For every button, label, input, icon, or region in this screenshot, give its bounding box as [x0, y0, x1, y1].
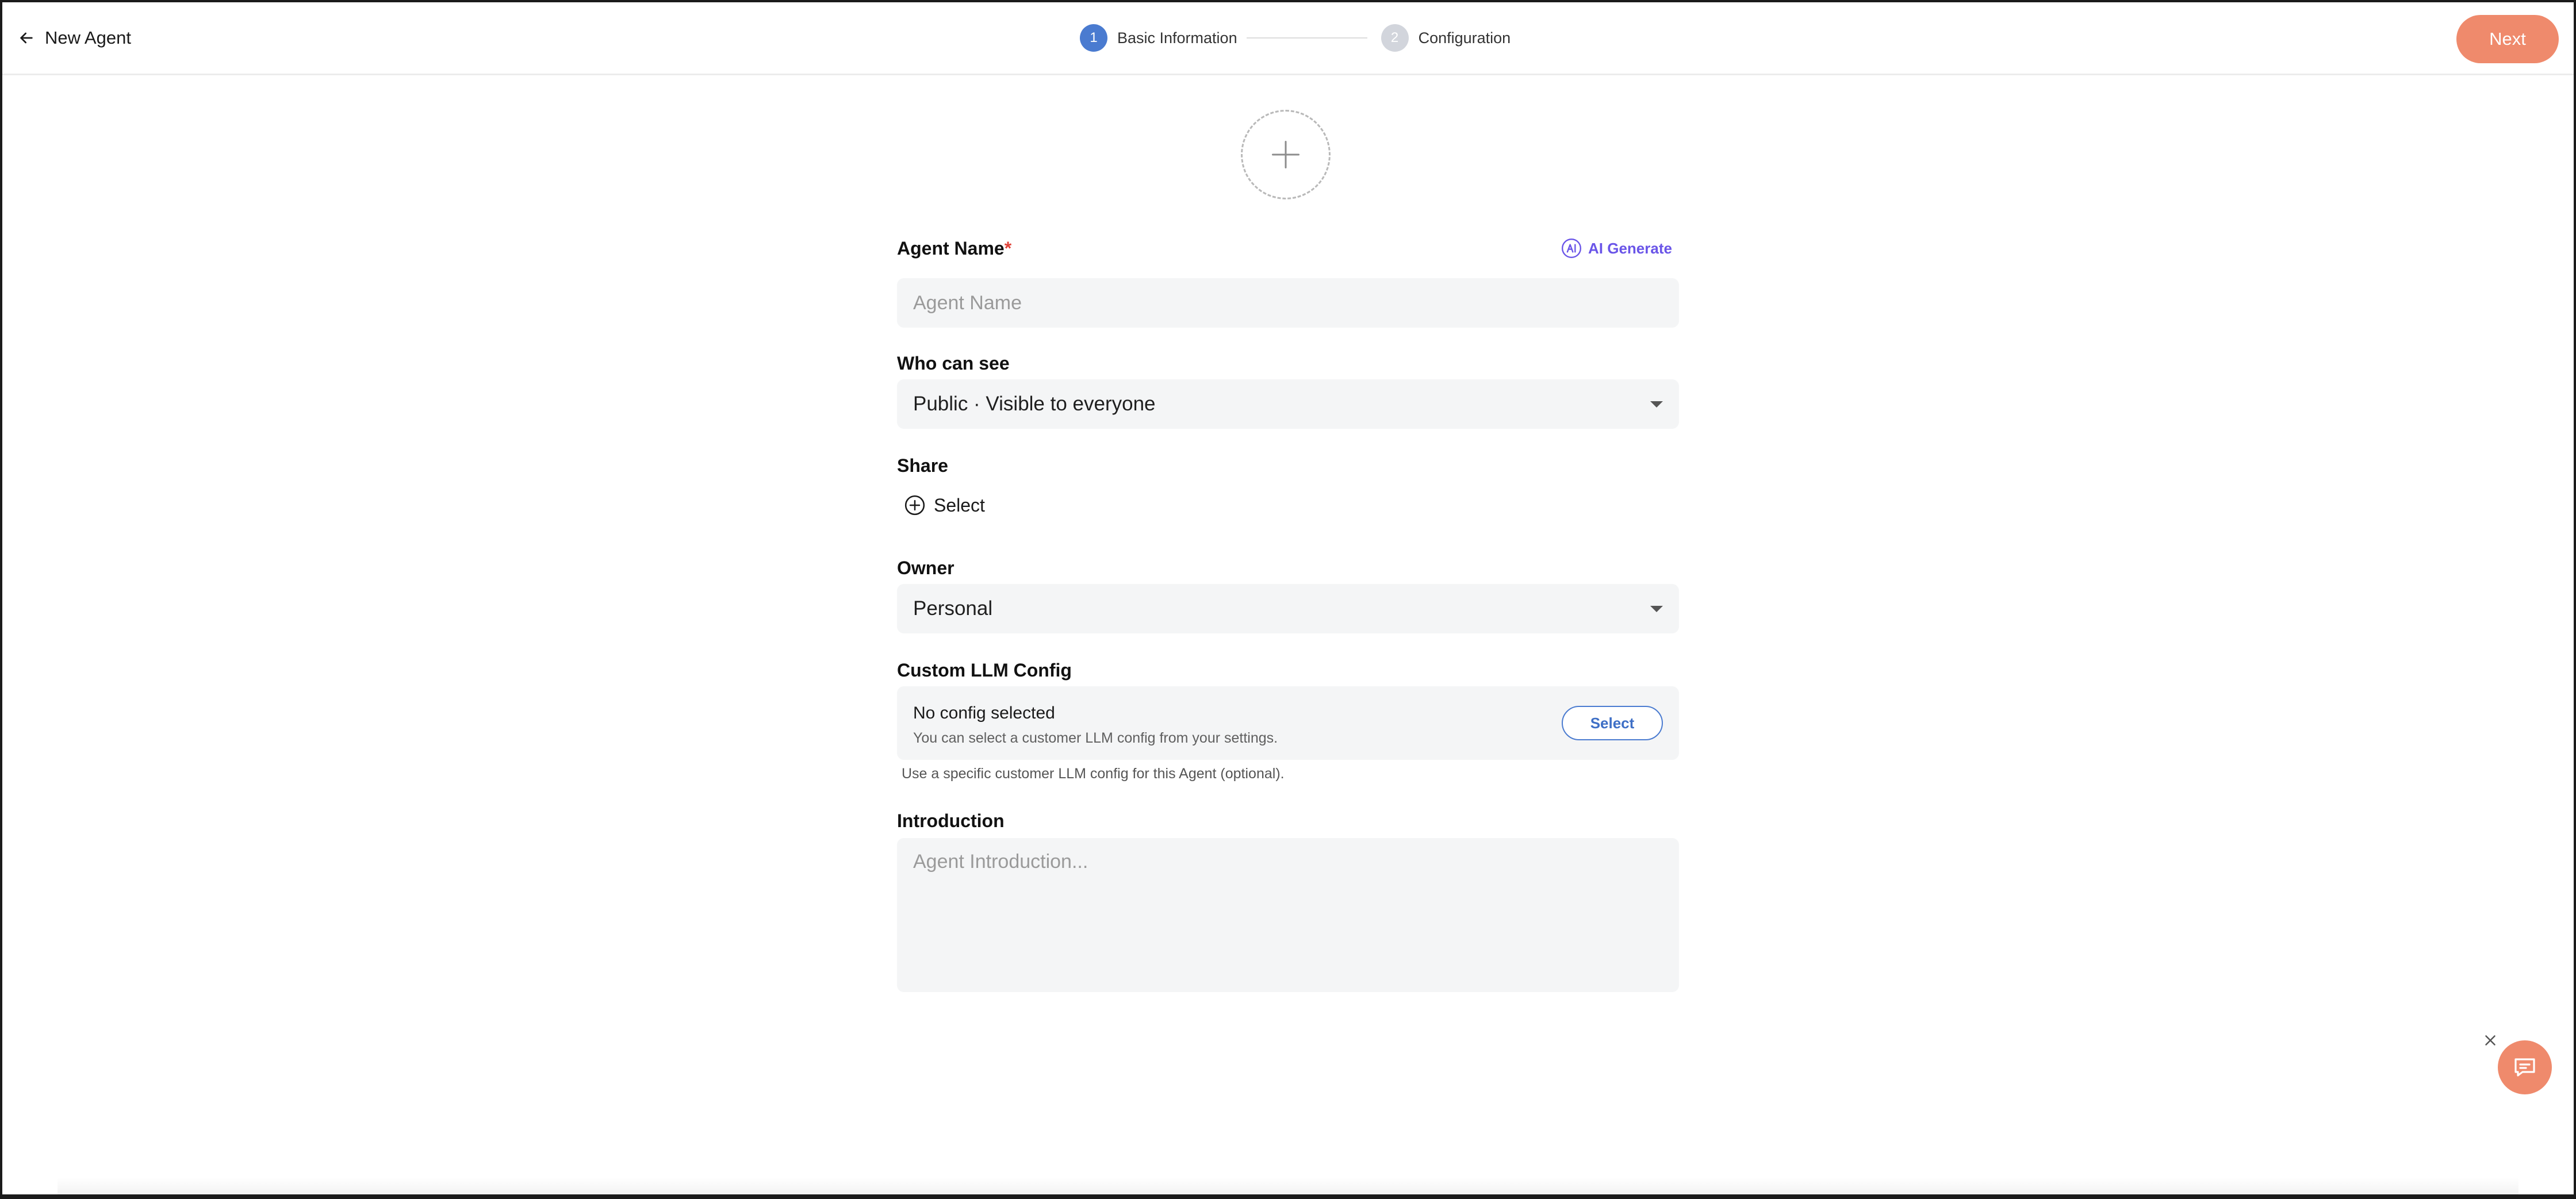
- chat-launcher-button[interactable]: [2498, 1040, 2552, 1094]
- llm-config-label: Custom LLM Config: [897, 660, 1072, 681]
- owner-label: Owner: [897, 558, 954, 578]
- llm-config-card: No config selected You can select a cust…: [897, 686, 1679, 760]
- step-2-indicator: 2: [1381, 24, 1409, 52]
- agent-name-label: Agent Name*: [897, 238, 1011, 259]
- stepper: 1 Basic Information 2 Configuration: [1080, 24, 1511, 52]
- step-connector: [1246, 37, 1367, 39]
- visibility-label: Who can see: [897, 353, 1010, 374]
- introduction-field: [897, 838, 1679, 992]
- step-1-label: Basic Information: [1117, 29, 1237, 47]
- share-label: Share: [897, 455, 948, 476]
- required-mark: *: [1004, 238, 1012, 259]
- introduction-textarea[interactable]: [897, 838, 1679, 992]
- llm-config-select-button[interactable]: Select: [1562, 706, 1663, 740]
- plus-icon: [1272, 141, 1300, 168]
- step-2-label: Configuration: [1418, 29, 1511, 47]
- share-select-label: Select: [934, 494, 985, 516]
- back-button[interactable]: New Agent: [17, 28, 131, 48]
- next-button[interactable]: Next: [2456, 15, 2559, 63]
- llm-config-status: No config selected: [913, 704, 1055, 723]
- step-1-indicator: 1: [1080, 24, 1107, 52]
- introduction-label: Introduction: [897, 810, 1005, 831]
- llm-config-description: You can select a customer LLM config fro…: [913, 730, 1278, 746]
- agent-name-label-text: Agent Name: [897, 238, 1005, 259]
- ai-generate-label: AI Generate: [1588, 239, 1672, 257]
- ai-icon: [1561, 238, 1582, 259]
- share-select-button[interactable]: Select: [904, 494, 985, 516]
- llm-config-hint: Use a specific customer LLM config for t…: [902, 766, 1285, 782]
- visibility-selected-value: Public · Visible to everyone: [913, 393, 1156, 415]
- chevron-down-icon: [1650, 606, 1663, 612]
- close-icon[interactable]: [2482, 1032, 2499, 1049]
- avatar-upload[interactable]: [1241, 110, 1331, 199]
- bottom-edge-shadow: [57, 1177, 2518, 1194]
- chat-icon: [2514, 1058, 2535, 1077]
- ai-generate-button[interactable]: AI Generate: [1561, 237, 1672, 259]
- back-label: New Agent: [45, 28, 131, 48]
- agent-name-input[interactable]: [897, 278, 1679, 328]
- plus-circle-icon: [904, 495, 925, 516]
- agent-name-field: [897, 278, 1679, 328]
- owner-selected-value: Personal: [913, 597, 993, 620]
- owner-select[interactable]: Personal: [897, 584, 1679, 633]
- visibility-select[interactable]: Public · Visible to everyone: [897, 379, 1679, 429]
- arrow-left-icon: [20, 32, 33, 44]
- top-bar: New Agent 1 Basic Information 2 Configur…: [2, 2, 2574, 75]
- chevron-down-icon: [1650, 401, 1663, 408]
